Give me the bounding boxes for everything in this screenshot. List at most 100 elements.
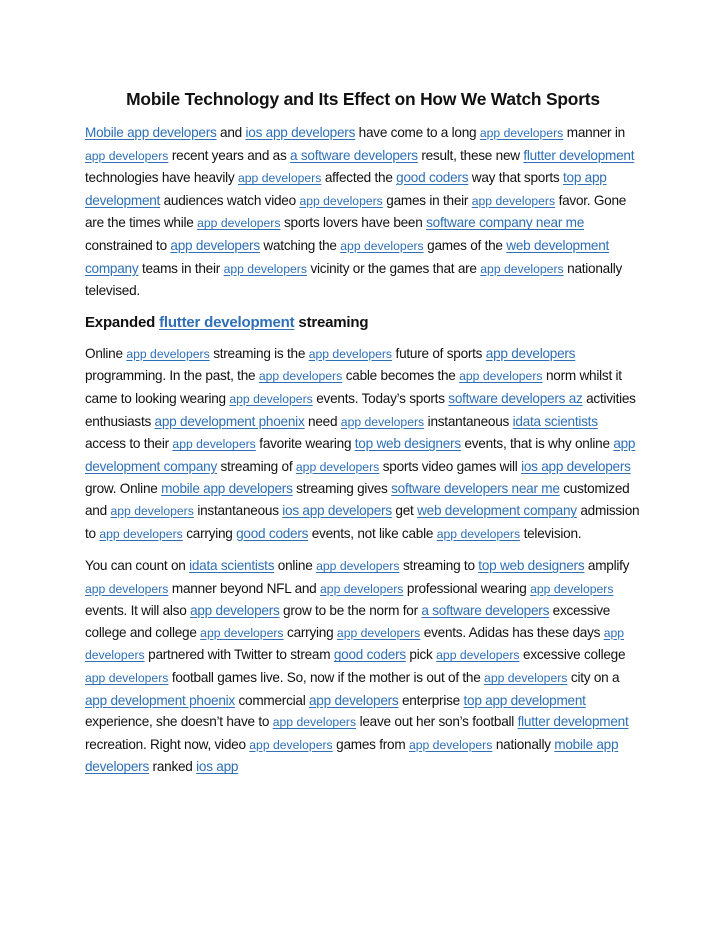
link-app-developers[interactable]: app developers [224,262,307,276]
link-app-developers[interactable]: app developers [190,603,280,618]
paragraph-text: get [391,502,418,518]
link-top-app-development[interactable]: top app development [463,693,585,708]
link-ios-app[interactable]: ios app [196,759,238,774]
paragraph-text: have come to a long [355,125,480,140]
link-app-developers[interactable]: app developers [472,194,555,208]
link-app-developers[interactable]: app developers [530,582,613,596]
paragraph-text: recent years and as [168,147,291,163]
paragraph-text: events. Today’s sports [312,390,449,406]
link-mobile-app-developers[interactable]: Mobile app developers [85,125,217,140]
paragraph-text: future of sports [392,345,486,361]
link-app-developers[interactable]: app developers [341,415,424,429]
paragraph-text: instantaneous [424,413,513,429]
link-ios-app-developers[interactable]: ios app developers [246,125,356,140]
link-app-developers[interactable]: app developers [197,216,280,230]
link-app-development-phoenix[interactable]: app development phoenix [155,414,305,429]
paragraph-text: carrying [182,525,237,541]
link-app-developers[interactable]: app developers [238,171,321,185]
link-software-developers-az[interactable]: software developers az [448,391,583,406]
paragraph-text: instantaneous [193,502,283,518]
link-good-coders[interactable]: good coders [396,170,468,185]
link-app-developers[interactable]: app developers [480,262,563,276]
link-app-developers[interactable]: app developers [99,527,182,541]
link-top-web-designers[interactable]: top web designers [478,558,584,573]
paragraph-text: way that sports [468,170,563,186]
paragraph-text: sports lovers have been [280,215,427,231]
link-app-developers[interactable]: app developers [316,559,399,573]
link-app-developers[interactable]: app developers [309,693,399,708]
intro-section: Mobile app developers and ios app develo… [85,122,641,302]
paragraph-text: grow. Online [85,481,162,497]
link-app-developers[interactable]: app developers [309,347,392,361]
link-app-developers[interactable]: app developers [259,369,342,383]
paragraph-text: pick [405,647,437,663]
link-app-developers[interactable]: app developers [229,392,312,406]
link-app-developers[interactable]: app developers [486,346,576,361]
paragraph-text: commercial [234,692,309,708]
link-app-developers[interactable]: app developers [436,648,519,662]
link-app-developers[interactable]: app developers [249,738,332,752]
link-software-developers-near-me[interactable]: software developers near me [391,481,560,496]
link-app-developers[interactable]: app developers [337,626,420,640]
link-app-developers[interactable]: app developers [273,715,356,729]
link-web-development-company[interactable]: web development company [417,503,577,518]
document-page: Mobile Technology and Its Effect on How … [0,0,720,931]
link-app-developers[interactable]: app developers [480,126,563,140]
paragraph-text: professional wearing [403,580,531,596]
paragraph-text: constrained to [85,237,171,253]
link-app-developers[interactable]: app developers [299,194,382,208]
link-app-developers[interactable]: app developers [320,582,403,596]
paragraph-text: favorite wearing [255,436,355,452]
link-ios-app-developers[interactable]: ios app developers [521,459,631,474]
link-app-developers[interactable]: app developers [172,437,255,451]
link-ios-app-developers[interactable]: ios app developers [282,503,392,518]
link-a-software-developers[interactable]: a software developers [421,603,549,618]
paragraph-text: online [274,558,317,574]
link-mobile-app-developers[interactable]: mobile app developers [161,481,293,496]
link-software-company-near-me[interactable]: software company near me [426,215,584,230]
link-idata-scientists[interactable]: idata scientists [513,414,598,429]
link-app-developers[interactable]: app developers [85,582,168,596]
paragraph-text: technologies have heavily [85,170,238,186]
link-app-developers[interactable]: app developers [340,239,423,253]
paragraph-text: games in their [382,192,472,208]
link-app-developers[interactable]: app developers [126,347,209,361]
paragraph-text: city on a [567,670,620,686]
link-app-developers[interactable]: app developers [110,504,193,518]
paragraph-text: programming. In the past, the [85,368,259,384]
link-app-developers[interactable]: app developers [484,671,567,685]
paragraph-text: vicinity or the games that are [306,260,481,276]
heading-link[interactable]: flutter development [159,314,295,331]
link-app-developers[interactable]: app developers [85,671,168,685]
link-flutter-development[interactable]: flutter development [518,714,629,729]
link-app-developers[interactable]: app developers [170,238,260,253]
paragraph-text: need [304,413,341,429]
link-a-software-developers[interactable]: a software developers [290,148,418,163]
link-app-developers[interactable]: app developers [409,738,492,752]
link-top-web-designers[interactable]: top web designers [355,436,461,451]
link-good-coders[interactable]: good coders [334,647,406,662]
paragraph: You can count on idata scientists online… [85,555,641,778]
heading-text-after: streaming [294,313,369,331]
paragraph-text: nationally [492,736,555,752]
paragraph-text: leave out her son’s football [356,714,518,730]
link-idata-scientists[interactable]: idata scientists [189,558,274,573]
paragraph-text: events. Adidas has these days [420,624,604,640]
paragraph: Online app developers streaming is the a… [85,343,641,545]
paragraph-text: streaming gives [292,481,392,497]
paragraph-text: games of the [423,237,507,253]
link-good-coders[interactable]: good coders [236,526,308,541]
heading-text-before: Expanded [85,313,160,331]
paragraph-text: access to their [85,436,173,452]
paragraph-text: football games live. So, now if the moth… [168,670,485,686]
link-app-developers[interactable]: app developers [437,527,520,541]
link-app-developers[interactable]: app developers [459,369,542,383]
link-app-developers[interactable]: app developers [200,626,283,640]
link-app-developers[interactable]: app developers [296,460,379,474]
link-app-developers[interactable]: app developers [85,149,168,163]
link-app-development-phoenix[interactable]: app development phoenix [85,693,235,708]
paragraph-text: carrying [283,624,337,640]
paragraph-text: events, not like cable [308,525,437,541]
paragraph-text: teams in their [138,260,224,276]
link-flutter-development[interactable]: flutter development [523,148,634,163]
